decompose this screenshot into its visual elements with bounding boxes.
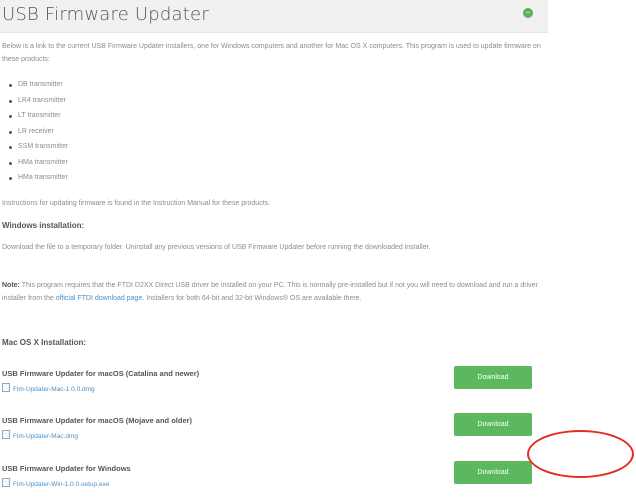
minus-circle-icon[interactable]: − bbox=[523, 8, 533, 18]
note-text-end: . Installers for both 64-bit and 32-bit … bbox=[142, 295, 362, 302]
list-item: HMa transmitter bbox=[9, 170, 68, 186]
list-item: LR4 transmitter bbox=[9, 93, 68, 109]
windows-text: Download the file to a temporary folder.… bbox=[2, 244, 431, 251]
highlight-circle bbox=[527, 430, 634, 478]
file-icon bbox=[2, 478, 10, 487]
page: USB Firmware Updater − Below is a link t… bbox=[0, 0, 636, 488]
download-button[interactable]: Download bbox=[454, 413, 532, 436]
download-title: USB Firmware Updater for macOS (Catalina… bbox=[2, 369, 200, 378]
list-item: HMa transmitter bbox=[9, 155, 68, 171]
instructions-text: Instructions for updating firmware is fo… bbox=[2, 200, 271, 207]
download-button[interactable]: Download bbox=[454, 461, 532, 484]
file-icon bbox=[2, 430, 10, 439]
download-title: USB Firmware Updater for macOS (Mojave a… bbox=[2, 416, 193, 425]
download-row-mojave: USB Firmware Updater for macOS (Mojave a… bbox=[2, 413, 542, 450]
ftdi-download-link[interactable]: official FTDI download page bbox=[56, 295, 143, 302]
page-title: USB Firmware Updater bbox=[2, 4, 209, 25]
note-label: Note: bbox=[2, 282, 20, 289]
file-link[interactable]: Fim-Updater-Mac-1.0.0.dmg bbox=[2, 383, 95, 393]
driver-note: Note: This program requires that the FTD… bbox=[2, 279, 542, 305]
intro-text: Below is a link to the current USB Firmw… bbox=[2, 43, 541, 63]
panel-header: USB Firmware Updater − bbox=[0, 0, 548, 33]
list-item: DB transmitter bbox=[9, 77, 68, 93]
file-icon bbox=[2, 383, 10, 392]
mac-heading: Mac OS X Installation: bbox=[2, 338, 87, 347]
file-link[interactable]: Fim-Updater-Mac.dmg bbox=[2, 430, 78, 440]
download-button[interactable]: Download bbox=[454, 366, 532, 389]
windows-heading: Windows installation: bbox=[2, 221, 85, 230]
list-item: LR receiver bbox=[9, 124, 68, 140]
download-row-windows: USB Firmware Updater for Windows Fim-Upd… bbox=[2, 461, 542, 498]
list-item: SSM transmitter bbox=[9, 139, 68, 155]
download-row-catalina: USB Firmware Updater for macOS (Catalina… bbox=[2, 366, 542, 403]
list-item: LT transmitter bbox=[9, 108, 68, 124]
download-title: USB Firmware Updater for Windows bbox=[2, 464, 131, 473]
product-list: DB transmitter LR4 transmitter LT transm… bbox=[9, 77, 68, 186]
